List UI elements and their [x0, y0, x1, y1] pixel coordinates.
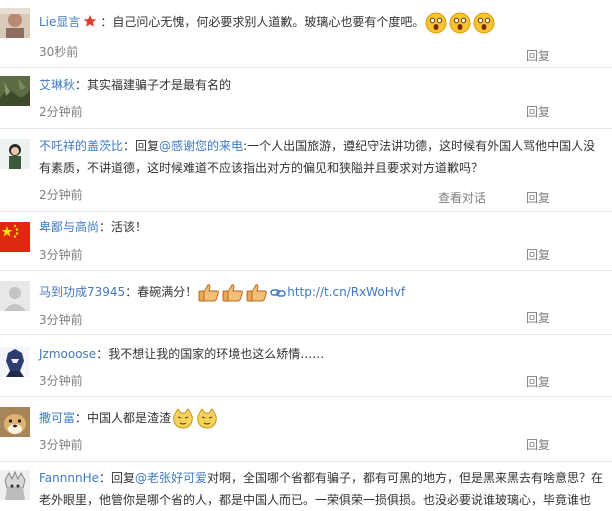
- avatar[interactable]: [0, 8, 30, 38]
- comment-username[interactable]: Jzmooose: [39, 347, 96, 361]
- comment-item: 卑鄙与高尚：活该！ 3分钟前 回复: [0, 212, 612, 269]
- avatar[interactable]: [0, 139, 30, 169]
- comment-item: 艾琳秋：其实福建骗子才是最有名的 2分钟前 回复: [0, 68, 612, 128]
- reply-button[interactable]: 回复: [526, 375, 550, 389]
- reply-button[interactable]: 回复: [526, 438, 550, 452]
- comment-username[interactable]: 卑鄙与高尚: [39, 220, 99, 234]
- comment-item: Lie显言 ：自己问心无愧，何必要求别人道歉。玻璃心也要有个度吧。 30秒前 回复: [0, 0, 612, 66]
- reply-button[interactable]: 回复: [526, 105, 550, 119]
- comment-time: 3分钟前: [39, 248, 83, 262]
- comment-item: 不吒祥的盖茨比：回复@感谢您的来电:一个人出国旅游，遵纪守法讲功德，这时候有外国…: [0, 129, 612, 210]
- comment-link[interactable]: http://t.cn/RxWoHvf: [287, 285, 405, 299]
- avatar[interactable]: [0, 222, 30, 252]
- comment-username[interactable]: Lie显言: [39, 15, 80, 29]
- avatar[interactable]: [0, 76, 30, 106]
- comment-username[interactable]: 不吒祥的盖茨比: [39, 139, 123, 153]
- mention-link[interactable]: @老张好可爱: [135, 471, 207, 485]
- mention-link[interactable]: @感谢您的来电: [159, 139, 243, 153]
- thumbs-up-emoji-icon: [197, 283, 269, 301]
- comment-item: Jzmooose：我不想让我的国家的环境也这么矫情…… 3分钟前 回复: [0, 335, 612, 396]
- comment-time: 3分钟前: [39, 438, 83, 452]
- comment-text: 中国人都是渣渣: [87, 411, 172, 425]
- comment-item: 马到功成73945：春碗满分！ http://t.cn/RxWoHvf 3分钟前 …: [0, 271, 612, 334]
- comment-time: 3分钟前: [39, 313, 83, 327]
- avatar[interactable]: [0, 347, 30, 377]
- comment-text: 我不想让我的国家的环境也这么矫情……: [108, 347, 325, 361]
- avatar[interactable]: [0, 281, 30, 311]
- comment-username[interactable]: FannnnHe: [39, 471, 99, 485]
- comment-text: 自己问心无愧，何必要求别人道歉。玻璃心也要有个度吧。: [112, 15, 425, 29]
- reply-button[interactable]: 回复: [526, 248, 550, 262]
- chain-link-icon: [269, 285, 287, 299]
- comment-item: 撒可富：中国人都是渣渣 3分钟前 回复: [0, 397, 612, 461]
- reply-button[interactable]: 回复: [526, 311, 550, 325]
- avatar[interactable]: [0, 470, 30, 500]
- avatar[interactable]: [0, 407, 30, 437]
- comment-username[interactable]: 艾琳秋: [39, 78, 75, 92]
- comment-time: 30秒前: [39, 45, 79, 59]
- cat-face-emoji-icon: [171, 407, 219, 429]
- view-conversation-button[interactable]: 查看对话: [438, 191, 486, 205]
- reply-button[interactable]: 回复: [526, 191, 550, 205]
- gasp-face-emoji-icon: [424, 12, 496, 33]
- comment-time: 2分钟前: [39, 105, 83, 119]
- comment-time: 2分钟前: [39, 188, 83, 202]
- comment-item: FannnnHe：回复@老张好可爱对啊，全国哪个省都有骗子，都有可黑的地方，但是…: [0, 462, 612, 511]
- comment-username[interactable]: 马到功成73945: [39, 285, 125, 299]
- comment-text: 春碗满分！: [137, 285, 198, 299]
- comment-text: 活该！: [111, 220, 148, 234]
- comment-list: Lie显言 ：自己问心无愧，何必要求别人道歉。玻璃心也要有个度吧。 30秒前 回复…: [0, 0, 612, 511]
- comment-text: 其实福建骗子才是最有名的: [87, 78, 232, 92]
- comment-username[interactable]: 撒可富: [39, 411, 75, 425]
- red-star-badge-icon: [83, 13, 97, 35]
- comment-time: 3分钟前: [39, 374, 83, 388]
- reply-button[interactable]: 回复: [526, 49, 550, 63]
